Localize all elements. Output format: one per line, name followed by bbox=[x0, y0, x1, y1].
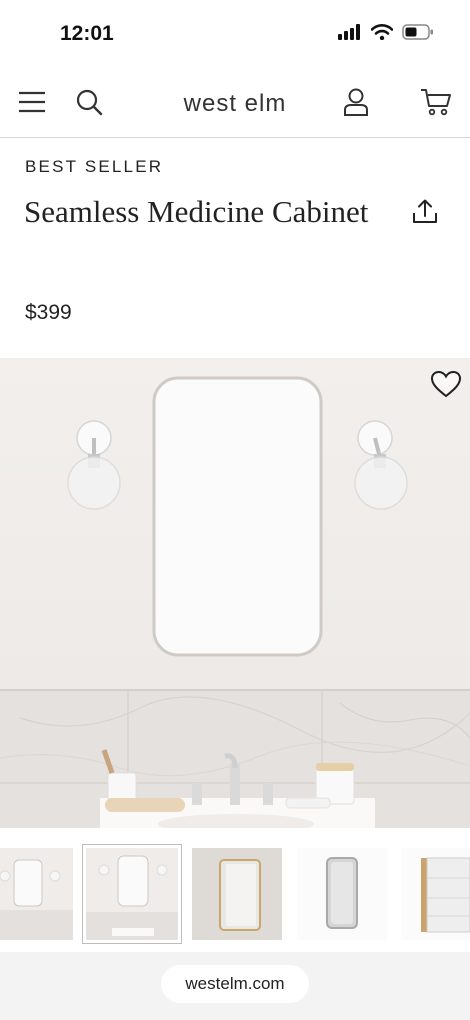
status-icons bbox=[338, 24, 434, 40]
browser-url-pill[interactable]: westelm.com bbox=[161, 965, 309, 1003]
thumbnail-1[interactable] bbox=[0, 848, 73, 940]
top-nav: west elm bbox=[0, 68, 470, 138]
best-seller-badge: BEST SELLER bbox=[25, 157, 164, 176]
product-title: Seamless Medicine Cabinet bbox=[24, 194, 369, 229]
product-price: $399 bbox=[25, 301, 72, 324]
thumbnail-strip bbox=[0, 840, 470, 950]
status-bar: 12:01 bbox=[0, 0, 470, 68]
wifi-icon bbox=[371, 24, 393, 40]
account-icon[interactable] bbox=[342, 86, 370, 118]
browser-bottom-bar: westelm.com bbox=[0, 952, 470, 1020]
signal-icon bbox=[338, 24, 360, 40]
brand-logo[interactable]: west elm bbox=[0, 90, 470, 118]
product-hero-image[interactable] bbox=[0, 358, 470, 828]
thumbnail-5[interactable] bbox=[401, 848, 470, 940]
share-icon[interactable] bbox=[412, 198, 438, 226]
thumbnail-3[interactable] bbox=[192, 848, 282, 940]
thumbnail-4[interactable] bbox=[297, 848, 387, 940]
thumbnail-2[interactable] bbox=[82, 844, 182, 944]
battery-icon bbox=[402, 24, 433, 40]
hero-scene bbox=[0, 376, 470, 828]
favorite-heart-icon[interactable] bbox=[430, 370, 462, 398]
cart-icon[interactable] bbox=[420, 86, 452, 118]
status-time: 12:01 bbox=[60, 22, 114, 45]
